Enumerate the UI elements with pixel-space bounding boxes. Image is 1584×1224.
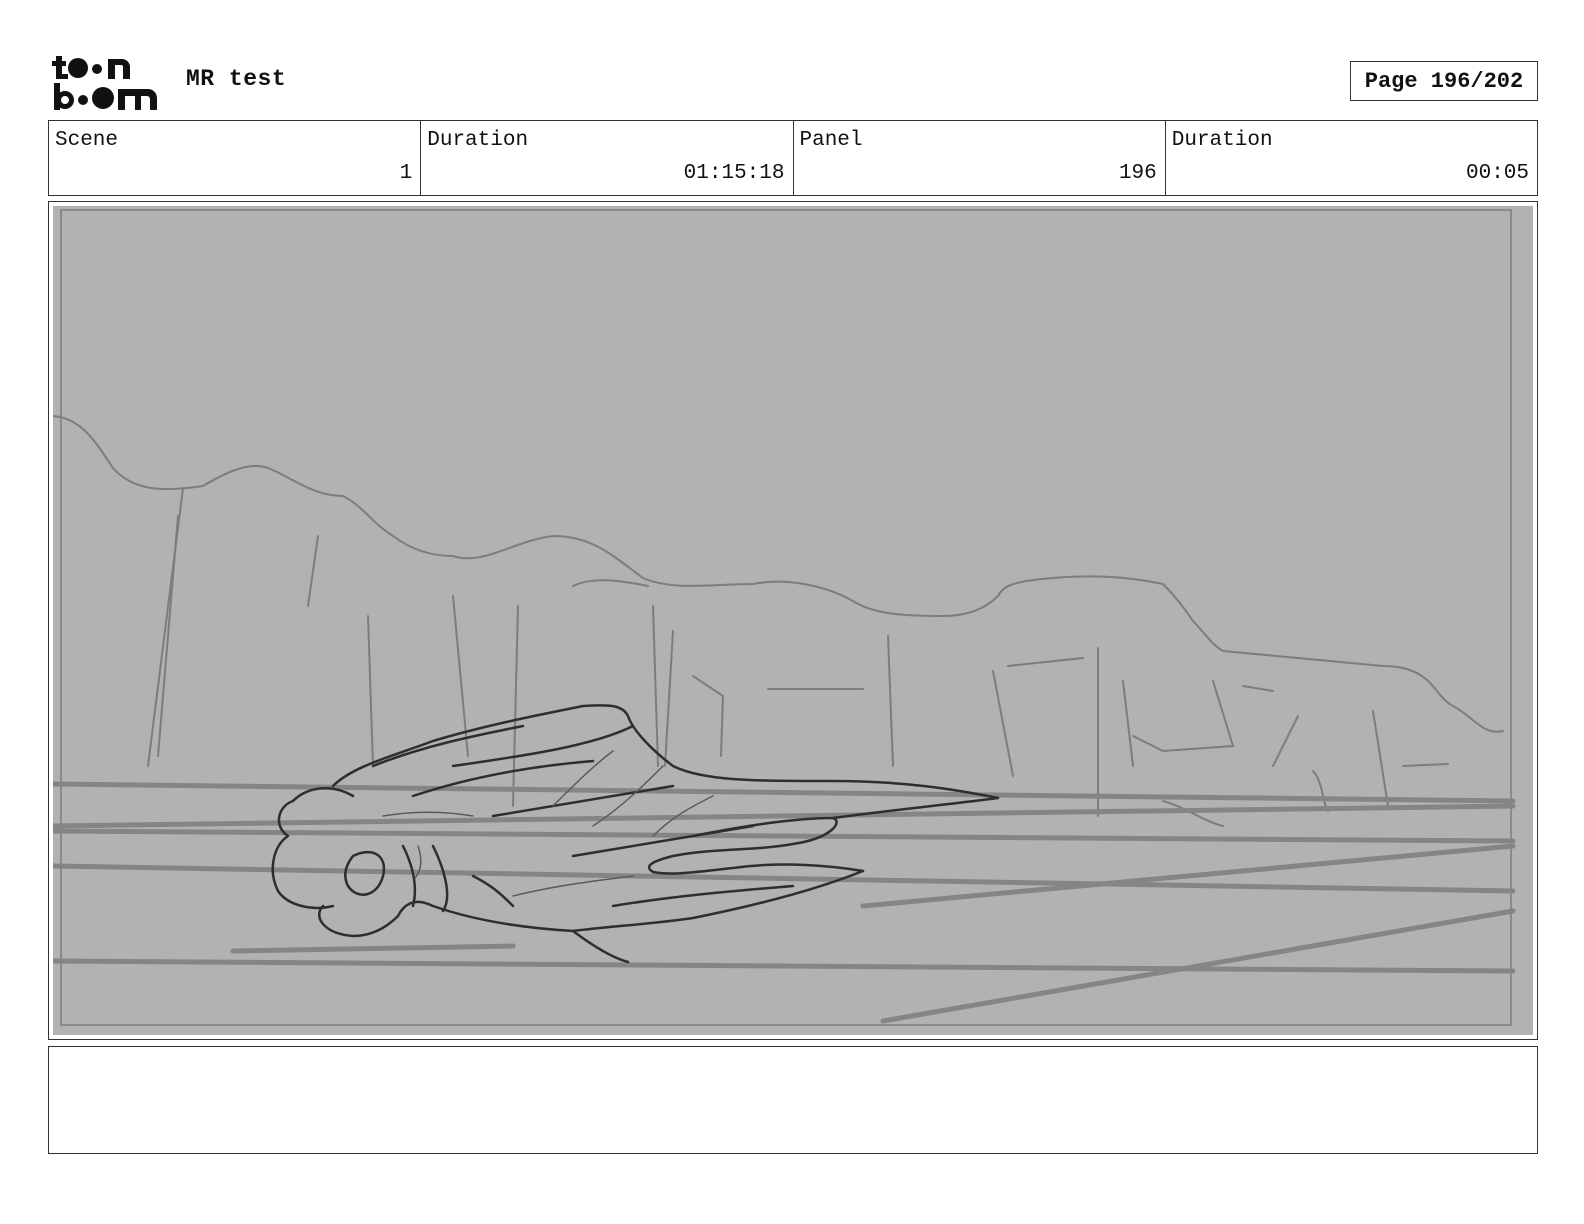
panel-duration-value: 00:05	[1465, 162, 1529, 185]
panel-label: Panel	[799, 129, 863, 152]
scene-label: Scene	[55, 129, 119, 152]
scene-duration-cell: Duration 01:15:18	[421, 121, 794, 195]
storyboard-panel	[48, 201, 1538, 1040]
page-number: Page 196/202	[1350, 61, 1538, 101]
panel-cell: Panel 196	[794, 121, 1166, 195]
panel-duration-cell: Duration 00:05	[1166, 121, 1537, 195]
panel-info-row: Scene 1 Duration 01:15:18 Panel 196 Dura…	[48, 120, 1538, 196]
toonboom-logo	[52, 56, 157, 110]
panel-value: 196	[1118, 162, 1157, 185]
sketch-drawing	[53, 209, 1516, 1026]
scene-duration-value: 01:15:18	[683, 162, 785, 185]
panel-notes-box	[48, 1046, 1538, 1154]
scene-cell: Scene 1	[49, 121, 422, 195]
scene-value: 1	[399, 162, 413, 185]
project-title: MR test	[186, 66, 287, 92]
scene-duration-label: Duration	[427, 129, 529, 152]
panel-sketch-image	[53, 206, 1533, 1035]
panel-duration-label: Duration	[1171, 129, 1273, 152]
